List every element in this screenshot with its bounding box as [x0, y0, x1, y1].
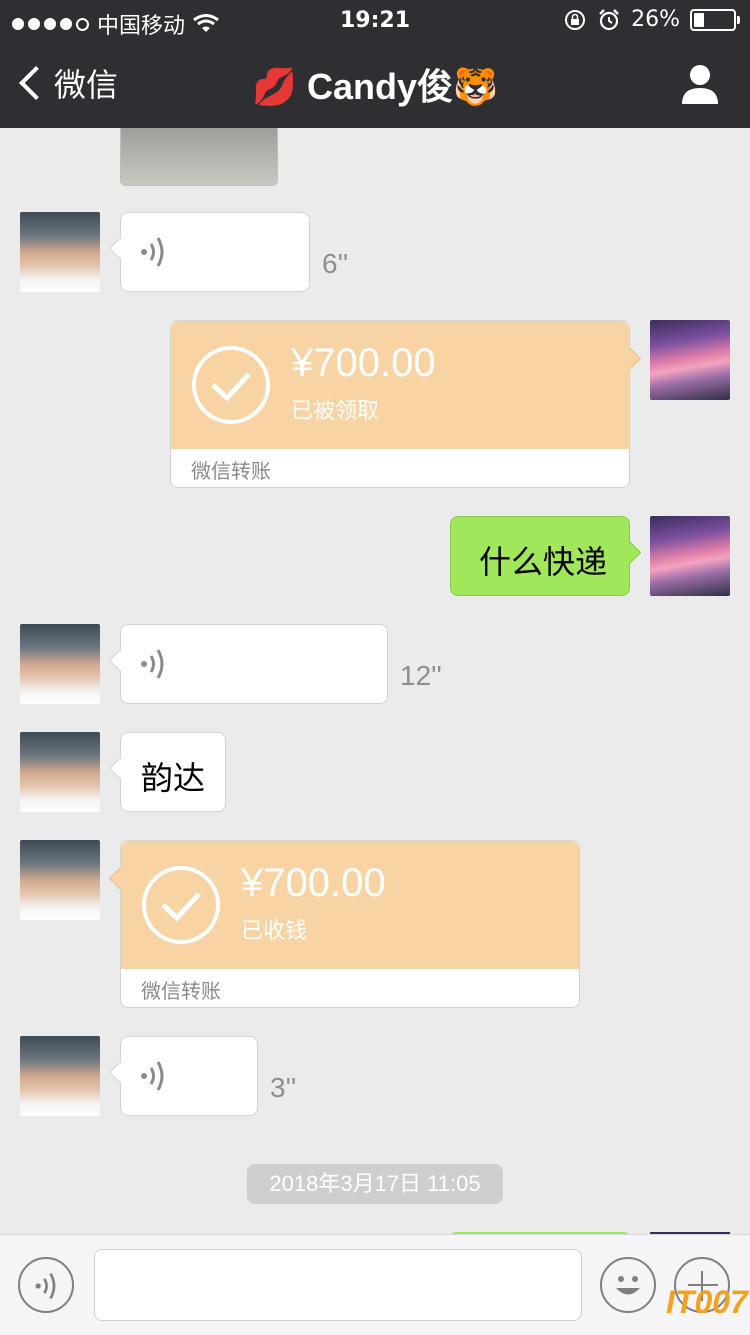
- transfer-message[interactable]: ¥700.00 已收钱 微信转账: [120, 840, 580, 1008]
- voice-wave-icon: [141, 237, 164, 267]
- chat-area[interactable]: 6'' ¥700.00 已被领取 微信转账 什么快递 12'' 韵达 ¥700.…: [0, 128, 750, 1234]
- lips-emoji-icon: 💋: [252, 66, 297, 107]
- transfer-footer: 微信转账: [191, 459, 271, 483]
- chat-title: 💋 Candy俊🐯: [0, 58, 750, 110]
- check-circle-icon: [142, 866, 220, 944]
- avatar[interactable]: [650, 516, 730, 596]
- image-message[interactable]: [120, 128, 278, 186]
- voice-duration: 3'': [270, 1072, 297, 1103]
- transfer-amount: ¥700.00: [291, 341, 436, 385]
- message-text: 韵达: [141, 759, 206, 797]
- avatar[interactable]: [20, 624, 100, 704]
- rotation-lock-icon: [565, 9, 586, 30]
- voice-wave-icon: [141, 649, 164, 679]
- check-circle-icon: [192, 346, 270, 424]
- emoji-button[interactable]: [600, 1257, 656, 1313]
- avatar[interactable]: [20, 212, 100, 292]
- voice-wave-icon: [35, 1272, 56, 1300]
- status-bar: 中国移动 19:21 26%: [0, 0, 750, 40]
- contact-name: Candy俊: [306, 66, 454, 107]
- voice-wave-icon: [141, 1061, 164, 1091]
- voice-message[interactable]: [120, 1036, 258, 1116]
- text-message[interactable]: 什么快递: [450, 516, 630, 596]
- time-divider: 2018年3月17日 11:05: [247, 1164, 503, 1204]
- voice-duration: 6'': [322, 248, 349, 279]
- top-bar: 中国移动 19:21 26% 微信 💋 Candy俊🐯: [0, 0, 750, 128]
- alarm-icon: [599, 8, 619, 30]
- message-input[interactable]: [94, 1249, 582, 1321]
- avatar[interactable]: [650, 320, 730, 400]
- transfer-footer: 微信转账: [141, 979, 221, 1003]
- avatar[interactable]: [20, 732, 100, 812]
- transfer-status: 已被领取: [291, 399, 380, 424]
- voice-message[interactable]: [120, 212, 310, 292]
- smiley-icon: [616, 1276, 640, 1295]
- tiger-emoji-icon: 🐯: [453, 66, 498, 107]
- avatar[interactable]: [20, 1036, 100, 1116]
- voice-message[interactable]: [120, 624, 388, 704]
- voice-input-button[interactable]: [18, 1257, 74, 1313]
- profile-icon[interactable]: [680, 62, 720, 106]
- nav-bar: 微信 💋 Candy俊🐯: [0, 44, 750, 128]
- transfer-message[interactable]: ¥700.00 已被领取 微信转账: [170, 320, 630, 488]
- avatar[interactable]: [20, 840, 100, 920]
- input-bar: [0, 1234, 750, 1335]
- voice-duration: 12'': [400, 660, 442, 691]
- message-text: 什么快递: [479, 543, 608, 581]
- transfer-amount: ¥700.00: [241, 861, 386, 905]
- battery-percent: 26%: [631, 7, 680, 32]
- watermark-logo: IT007: [666, 1284, 748, 1320]
- text-message[interactable]: 韵达: [120, 732, 226, 812]
- battery-icon: [690, 8, 740, 31]
- transfer-status: 已收钱: [241, 919, 308, 944]
